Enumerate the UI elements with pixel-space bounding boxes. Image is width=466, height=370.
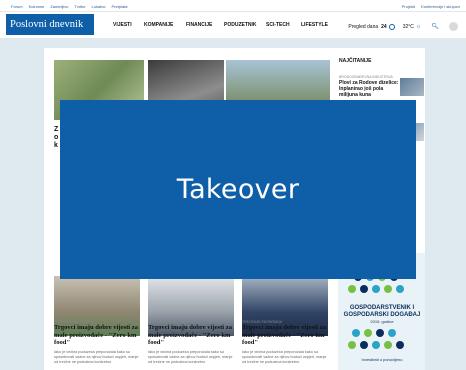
nav-item-poduzetnik[interactable]: PODUZETNIK (224, 22, 266, 28)
main-nav: VIJESTI KOMPANIJE FINANCIJE PODUZETNIK S… (113, 22, 341, 28)
ad-dot-row (348, 341, 404, 349)
card-excerpt: Iako je većina poduzeća preporučala kako… (54, 350, 139, 364)
top-link[interactable]: Forum (11, 4, 23, 9)
top-link[interactable]: Kolumne (29, 4, 45, 9)
card-title[interactable]: Trgovci imaju dobre vijesti za male proi… (242, 324, 330, 347)
card-title[interactable]: Trgovci imaju dobre vijesti za male proi… (148, 324, 236, 347)
ad-year: 2015. godine (370, 319, 394, 324)
top-link[interactable]: Zanimljivo (50, 4, 68, 9)
card-excerpt: Iako je većina poduzeća preporučala kako… (242, 350, 327, 364)
sidebar-item-category: BRODOGRAĐEVNA INDUSTRIJA (339, 75, 393, 79)
ring-icon (388, 23, 395, 30)
pageview-label: Pregled dana (348, 23, 379, 30)
top-link[interactable]: Konferencije i skupovi (421, 4, 460, 9)
top-link[interactable]: Tvrtke (74, 4, 85, 9)
sidebar-title: NAJČITANIJE (339, 58, 372, 64)
top-links-left: Forum Kolumne Zanimljivo Tvrtke Lokalno … (11, 4, 128, 9)
card-excerpt: Iako je većina poduzeća preporučala kako… (148, 350, 233, 364)
nav-item-sci-tech[interactable]: SCI-TECH (266, 22, 301, 28)
top-utility-bar: Forum Kolumne Zanimljivo Tvrtke Lokalno … (0, 0, 466, 12)
nav-item-kompanije[interactable]: KOMPANIJE (144, 22, 186, 28)
site-logo[interactable]: Poslovni dnevnik (6, 14, 94, 35)
top-links-right: Projekti Konferencije i skupovi (402, 4, 460, 9)
header-tools: Pregled dana 24 32°C ☼ 🔍︎ (348, 22, 458, 31)
ad-dot-row (348, 285, 404, 293)
sidebar-item-headline[interactable]: Plovi za Rodove dizelice: Inplanirao još… (339, 80, 399, 98)
ad-title: GOSPODARSTVENIK I GOSPODARSKI DOGAĐAJ (343, 305, 421, 318)
search-icon[interactable]: 🔍︎ (431, 23, 439, 30)
takeover-label: Takeover (176, 174, 300, 205)
ad-footer: Investirati u ponovljenu (361, 357, 403, 362)
user-icon[interactable] (449, 22, 458, 31)
nav-item-financije[interactable]: FINANCIJE (186, 22, 224, 28)
sun-icon: ☼ (415, 23, 422, 30)
top-link[interactable]: Lokalno (92, 4, 106, 9)
temperature: 32°C (402, 23, 414, 30)
top-link[interactable]: Projekti (402, 4, 415, 9)
takeover-ad-overlay[interactable]: Takeover (60, 100, 416, 279)
pageview-value: 24 (381, 23, 387, 30)
card-title[interactable]: Trgovci imaju dobre vijesti za male proi… (54, 324, 142, 347)
nav-item-vijesti[interactable]: VIJESTI (113, 22, 144, 28)
top-link[interactable]: Pretplata (112, 4, 128, 9)
ad-dot-row (352, 329, 396, 337)
site-header: Poslovni dnevnik VIJESTI KOMPANIJE FINAN… (0, 12, 466, 39)
sidebar-item-thumbnail[interactable] (400, 78, 424, 96)
nav-item-lifestyle[interactable]: LIFESTYLE (301, 22, 341, 28)
